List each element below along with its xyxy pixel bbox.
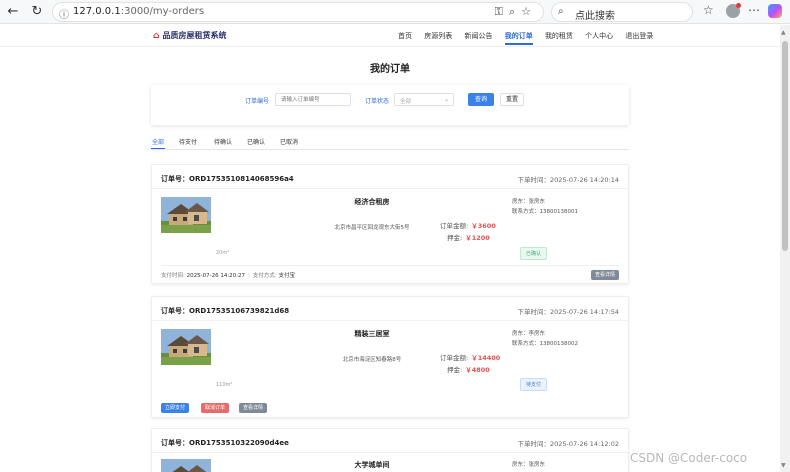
address-bar[interactable]: ⓘ 127.0.0.1:3000/my-orders ⚿⌕☆ — [52, 2, 544, 22]
scroll-down-icon[interactable]: ▼ — [781, 462, 786, 469]
landlord-info: 房东：张房东 联系方式：13800138001 — [512, 197, 578, 217]
house-area: 110m² — [216, 382, 233, 388]
menu-item-news[interactable]: 新闻公告 — [464, 31, 492, 41]
filter-panel: 订单编号 订单状态 全部 ⌄ 查询 重置 — [151, 85, 629, 125]
page-scrollbar[interactable]: ▲ ▼ — [780, 25, 790, 472]
reset-button[interactable]: 重置 — [500, 93, 524, 106]
order-no-input[interactable] — [275, 93, 351, 106]
tab-pending-confirm[interactable]: 待确认 — [214, 137, 232, 146]
order-number: 订单号：ORD17535106739821d68 — [161, 307, 290, 315]
menu-item-home[interactable]: 首页 — [398, 31, 412, 41]
landlord-name: 房东：张房东 — [512, 199, 546, 205]
star-icon: ☆ — [521, 5, 537, 18]
menu-item-logout[interactable]: 退出登录 — [625, 31, 653, 41]
order-card-footer: 支付时间: 2025-07-26 14:20:27 | 支付方式: 支付宝 查看详情 — [161, 265, 619, 281]
order-no-label: 订单编号 — [245, 98, 270, 105]
url-text: 127.0.0.1:3000/my-orders — [73, 6, 205, 17]
more-menu-icon[interactable]: ⋯ — [748, 3, 760, 17]
house-image — [161, 197, 211, 233]
order-amount-value: ￥14400 — [471, 354, 501, 362]
order-time: 下单时间：2025-07-26 14:17:54 — [517, 308, 619, 316]
house-image — [161, 459, 211, 472]
menu-item-my-orders[interactable]: 我的订单 — [504, 31, 533, 45]
page-viewport: ⌂ 品质房屋租赁系统 首页 房源列表 新闻公告 我的订单 我的租赁 个人中心 退出… — [0, 25, 780, 472]
reload-icon[interactable]: ↻ — [28, 3, 46, 21]
landlord-info: 房东：李房东 联系方式：13800138002 — [512, 329, 578, 349]
tab-pending-payment[interactable]: 待支付 — [179, 137, 197, 146]
house-title[interactable]: 大学城单间 — [272, 460, 472, 470]
order-amount: 订单金额: ￥3600 — [440, 222, 496, 230]
order-card: 订单号：ORD1753510322090d4ee 下单时间：2025-07-26… — [151, 428, 629, 472]
landlord-contact: 联系方式：13800138001 — [512, 209, 578, 215]
address-bar-icons[interactable]: ⚿⌕☆ — [495, 5, 537, 19]
browser-search-box[interactable]: ⌕ 点此搜索 — [551, 2, 693, 22]
house-icon: ⌂ — [153, 31, 160, 41]
order-card-footer: 立即支付 取消订单 查看详情 — [161, 399, 619, 415]
order-card-header: 订单号：ORD17535106739821d68 下单时间：2025-07-26… — [152, 297, 628, 321]
main-menu: 首页 房源列表 新闻公告 我的订单 我的租赁 个人中心 退出登录 — [398, 31, 663, 45]
pay-now-button[interactable]: 立即支付 — [161, 403, 190, 413]
order-deposit-value: ￥1200 — [465, 234, 490, 242]
scroll-up-icon[interactable]: ▲ — [781, 29, 786, 36]
landlord-name: 房东：张房东 — [512, 462, 546, 468]
search-icon: ⌕ — [558, 6, 564, 17]
landlord-info: 房东：张房东 — [512, 460, 545, 470]
order-time: 下单时间：2025-07-26 14:12:02 — [517, 440, 619, 448]
order-number: 订单号：ORD1753510322090d4ee — [161, 439, 289, 447]
house-area: 20m² — [216, 250, 230, 256]
page-title: 我的订单 — [370, 64, 410, 75]
site-logo[interactable]: ⌂ 品质房屋租赁系统 — [153, 30, 226, 41]
chevron-down-icon: ⌄ — [443, 96, 449, 103]
tab-cancelled[interactable]: 已取消 — [280, 137, 298, 146]
order-card-header: 订单号：ORD1753510814068596a4 下单时间：2025-07-2… — [152, 165, 628, 189]
order-status-value: 全部 — [400, 99, 412, 105]
info-icon[interactable]: ⓘ — [59, 6, 69, 21]
order-number: 订单号：ORD1753510814068596a4 — [161, 175, 294, 183]
site-header: ⌂ 品质房屋租赁系统 首页 房源列表 新闻公告 我的订单 我的租赁 个人中心 退出… — [0, 25, 780, 47]
payment-info: 支付时间: 2025-07-26 14:20:27 | 支付方式: 支付宝 — [161, 273, 296, 279]
view-detail-button[interactable]: 查看详情 — [239, 403, 268, 413]
order-status-label: 订单状态 — [365, 98, 390, 105]
order-card: 订单号：ORD1753510814068596a4 下单时间：2025-07-2… — [151, 164, 629, 284]
order-card: 订单号：ORD17535106739821d68 下单时间：2025-07-26… — [151, 296, 629, 418]
order-time: 下单时间：2025-07-26 14:20:14 — [517, 176, 619, 184]
order-status-select[interactable]: 全部 ⌄ — [394, 93, 454, 106]
menu-item-my-rentals[interactable]: 我的租赁 — [545, 31, 573, 41]
favorites-icon[interactable]: ☆ — [703, 3, 714, 17]
payment-method: 支付宝 — [278, 273, 296, 279]
zoom-icon: ⌕ — [508, 5, 522, 18]
cancel-order-button[interactable]: 取消订单 — [201, 403, 230, 413]
key-icon: ⚿ — [494, 5, 509, 18]
tab-all[interactable]: 全部 — [150, 137, 166, 149]
order-deposit-value: ￥4800 — [465, 366, 490, 374]
back-arrow-icon[interactable]: ← — [4, 3, 22, 21]
landlord-contact: 联系方式：13800138002 — [512, 341, 578, 347]
tab-confirmed[interactable]: 已确认 — [247, 137, 265, 146]
profile-avatar-icon[interactable] — [726, 3, 741, 18]
house-title[interactable]: 精装三居室 — [272, 329, 472, 339]
menu-item-house-list[interactable]: 房源列表 — [424, 31, 452, 41]
house-title[interactable]: 经济合租房 — [272, 197, 472, 207]
house-image — [161, 329, 211, 365]
order-deposit: 押金: ￥4800 — [447, 366, 490, 374]
query-button[interactable]: 查询 — [468, 93, 494, 106]
payment-time: 2025-07-26 14:20:27 — [186, 273, 246, 279]
landlord-name: 房东：李房东 — [512, 331, 546, 337]
browser-toolbar: ← ↻ ⓘ 127.0.0.1:3000/my-orders ⚿⌕☆ ⌕ 点此搜… — [0, 0, 790, 24]
status-badge: 已确认 — [520, 247, 548, 260]
scrollbar-thumb[interactable] — [782, 41, 788, 251]
status-tabs: 全部 待支付 待确认 已确认 已取消 — [150, 135, 629, 150]
copilot-icon[interactable] — [768, 4, 782, 18]
view-detail-button[interactable]: 查看详情 — [590, 270, 619, 280]
order-amount-value: ￥3600 — [471, 222, 496, 230]
status-badge: 待支付 — [520, 378, 548, 391]
search-placeholder: 点此搜索 — [575, 11, 615, 22]
order-amount: 订单金额: ￥14400 — [440, 354, 501, 362]
order-deposit: 押金: ￥1200 — [447, 234, 490, 242]
menu-item-profile[interactable]: 个人中心 — [585, 31, 613, 41]
order-card-header: 订单号：ORD1753510322090d4ee 下单时间：2025-07-26… — [152, 429, 628, 453]
watermark-text: CSDN @Coder-coco — [630, 451, 748, 465]
